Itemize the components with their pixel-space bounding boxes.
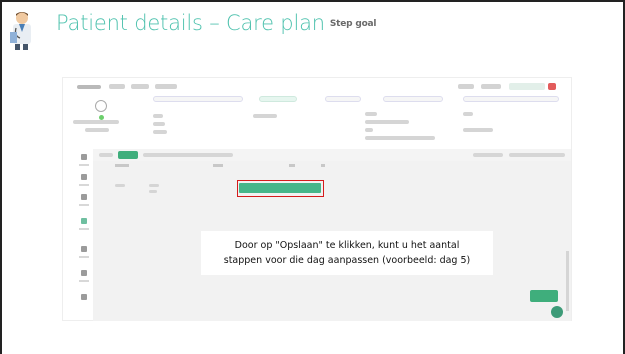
nav-icon[interactable]: [81, 294, 87, 300]
filter-button[interactable]: [259, 96, 297, 102]
filter-button[interactable]: [325, 96, 361, 102]
column-header: [213, 164, 223, 167]
row-value: [149, 184, 159, 187]
detail-value: [153, 130, 167, 134]
detail-label: [365, 128, 373, 132]
nav-icon[interactable]: [81, 174, 87, 180]
filter-button[interactable]: [463, 96, 559, 102]
tab[interactable]: [509, 153, 565, 157]
patient-name: [73, 120, 119, 124]
slide-frame: Patient details – Care plan Step goal Do…: [0, 0, 625, 354]
user-icon: [95, 100, 107, 112]
detail-label: [253, 114, 277, 118]
detail-value: [153, 122, 165, 126]
row-label: [115, 184, 125, 187]
nav-icon-active[interactable]: [81, 218, 87, 224]
care-plan-tabs: [93, 149, 571, 161]
detail-value: [365, 120, 409, 124]
menu-item[interactable]: [155, 84, 177, 89]
nav-label: [79, 184, 89, 186]
save-button[interactable]: [530, 290, 558, 302]
tab[interactable]: [99, 153, 113, 157]
menu-item[interactable]: [109, 84, 125, 89]
detail-label: [153, 114, 163, 118]
user-menu[interactable]: [509, 83, 545, 90]
side-navigation: [77, 148, 93, 318]
tab[interactable]: [473, 153, 503, 157]
page-title: Patient details – Care plan Step goal: [56, 11, 377, 35]
menu-item[interactable]: [131, 84, 149, 89]
tooltip-line-2: stappen voor die dag aanpassen (voorbeel…: [223, 255, 471, 266]
tab-active[interactable]: [118, 151, 138, 159]
app-screenshot: [62, 77, 572, 321]
patient-info: [85, 128, 109, 132]
doctor-icon: [10, 12, 31, 50]
page-title-text: Patient details – Care plan: [56, 11, 325, 35]
nav-icon[interactable]: [81, 154, 87, 160]
instruction-tooltip: Door op "Opslaan" te klikken, kunt u het…: [201, 231, 493, 275]
detail-label: [463, 112, 473, 116]
highlight-box: [237, 180, 324, 197]
tab[interactable]: [143, 153, 233, 157]
row-value: [149, 190, 157, 193]
scrollbar[interactable]: [566, 251, 569, 311]
nav-label: [79, 280, 89, 282]
notification-badge[interactable]: [548, 83, 556, 90]
search-field[interactable]: [153, 96, 243, 102]
column-header: [289, 164, 295, 167]
app-topbar: [63, 78, 571, 96]
page-subtitle: Step goal: [329, 19, 377, 29]
nav-label: [79, 228, 89, 230]
nav-icon[interactable]: [81, 246, 87, 252]
filter-button[interactable]: [383, 96, 443, 102]
app-logo: [77, 85, 101, 89]
menu-item[interactable]: [458, 84, 474, 89]
column-header: [321, 164, 325, 167]
column-header: [115, 164, 129, 167]
nav-icon[interactable]: [81, 270, 87, 276]
nav-icon[interactable]: [81, 194, 87, 200]
tooltip-line-1: Door op "Opslaan" te klikken, kunt u het…: [234, 240, 460, 251]
menu-item[interactable]: [481, 84, 501, 89]
detail-value: [463, 128, 493, 132]
nav-label: [79, 164, 89, 166]
detail-value: [365, 136, 435, 140]
nav-label: [79, 204, 89, 206]
detail-label: [365, 112, 377, 116]
nav-label: [79, 256, 89, 258]
help-icon[interactable]: [551, 306, 563, 318]
